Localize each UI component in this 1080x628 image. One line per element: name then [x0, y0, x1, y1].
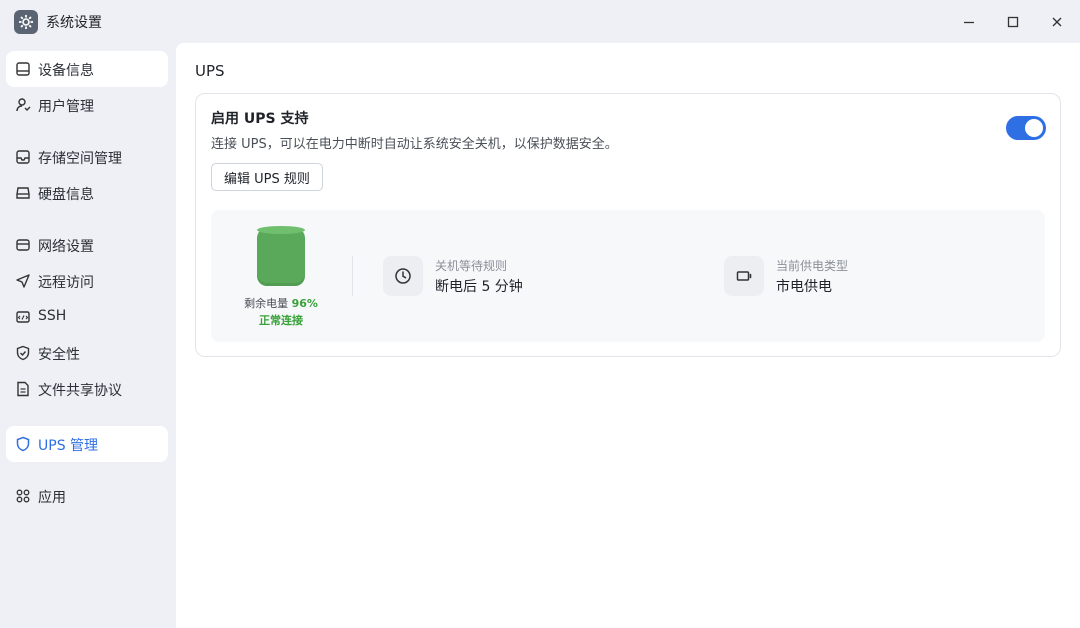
edit-ups-rules-button[interactable]: 编辑 UPS 规则 [211, 163, 323, 191]
battery-label: 剩余电量 [244, 297, 289, 310]
window-title: 系统设置 [46, 15, 102, 31]
send-icon [16, 274, 30, 288]
sidebar-item-label: 用户管理 [38, 99, 94, 115]
sidebar-item-device-info[interactable]: 设备信息 [6, 51, 168, 87]
file-icon [17, 381, 29, 397]
sidebar-item-label: 文件共享协议 [38, 383, 122, 399]
disk-icon [16, 187, 30, 199]
sidebar-item-label: 安全性 [38, 347, 80, 363]
power-plug-icon [736, 271, 752, 281]
sidebar: 设备信息 用户管理 存储空间管理 硬盘信息 网络设置 远程访问 SSH 安全性 … [0, 43, 176, 628]
device-icon [16, 62, 30, 76]
battery-percent: 96% [291, 297, 318, 310]
sidebar-item-disk-info[interactable]: 硬盘信息 [6, 175, 168, 211]
minimize-button[interactable] [955, 8, 983, 36]
title-bar: 系统设置 [0, 0, 1080, 43]
shield-check-icon [16, 345, 30, 361]
sidebar-item-label: 网络设置 [38, 239, 94, 255]
clock-icon [395, 268, 411, 284]
sidebar-item-label: 应用 [38, 490, 66, 506]
sidebar-item-label: 远程访问 [38, 275, 94, 291]
power-type-icon-box [724, 256, 764, 296]
power-type-value: 市电供电 [776, 279, 832, 295]
connection-status: 正常连接 [259, 314, 303, 327]
network-icon [16, 239, 30, 251]
user-icon [16, 98, 31, 112]
ssh-icon [16, 311, 30, 323]
storage-icon [16, 150, 30, 164]
divider [352, 256, 353, 296]
battery-icon [257, 226, 305, 286]
sidebar-item-users[interactable]: 用户管理 [6, 87, 168, 123]
power-type-label: 当前供电类型 [776, 259, 849, 273]
sidebar-item-remote-access[interactable]: 远程访问 [6, 263, 168, 299]
sidebar-item-ups[interactable]: UPS 管理 [6, 426, 168, 462]
card-description: 连接 UPS，可以在电力中断时自动让系统安全关机，以保护数据安全。 [211, 137, 618, 152]
sidebar-item-security[interactable]: 安全性 [6, 335, 168, 371]
maximize-icon [1007, 16, 1019, 28]
shutdown-rule-icon-box [383, 256, 423, 296]
close-button[interactable] [1043, 8, 1071, 36]
maximize-button[interactable] [999, 8, 1027, 36]
sidebar-item-network[interactable]: 网络设置 [6, 227, 168, 263]
toggle-knob [1025, 119, 1043, 137]
shutdown-rule-value: 断电后 5 分钟 [435, 279, 523, 295]
minimize-icon [964, 21, 974, 24]
main-content: UPS 启用 UPS 支持 连接 UPS，可以在电力中断时自动让系统安全关机，以… [176, 43, 1080, 628]
close-icon [1052, 17, 1062, 27]
sidebar-item-file-sharing[interactable]: 文件共享协议 [6, 371, 168, 407]
ups-support-card: 启用 UPS 支持 连接 UPS，可以在电力中断时自动让系统安全关机，以保护数据… [195, 93, 1061, 357]
card-title: 启用 UPS 支持 [211, 111, 309, 127]
sidebar-item-ssh[interactable]: SSH [6, 299, 168, 335]
ups-enable-toggle[interactable] [1006, 116, 1046, 140]
sidebar-item-label: UPS 管理 [38, 438, 99, 454]
apps-icon [16, 489, 30, 503]
settings-app-icon [14, 10, 38, 34]
sidebar-item-apps[interactable]: 应用 [6, 478, 168, 514]
sidebar-item-storage[interactable]: 存储空间管理 [6, 139, 168, 175]
sidebar-item-label: 设备信息 [38, 63, 94, 79]
shield-icon [16, 436, 30, 452]
sidebar-item-label: 存储空间管理 [38, 151, 122, 167]
shutdown-rule-label: 关机等待规则 [435, 259, 508, 273]
sidebar-item-label: 硬盘信息 [38, 187, 94, 203]
page-title: UPS [195, 62, 225, 80]
ups-status-panel: 剩余电量 96% 正常连接 关机等待规则 断电后 5 分钟 当前供电类型 市电供… [211, 210, 1045, 342]
sidebar-item-label: SSH [38, 308, 67, 324]
battery-level: 剩余电量 96% [211, 295, 351, 311]
